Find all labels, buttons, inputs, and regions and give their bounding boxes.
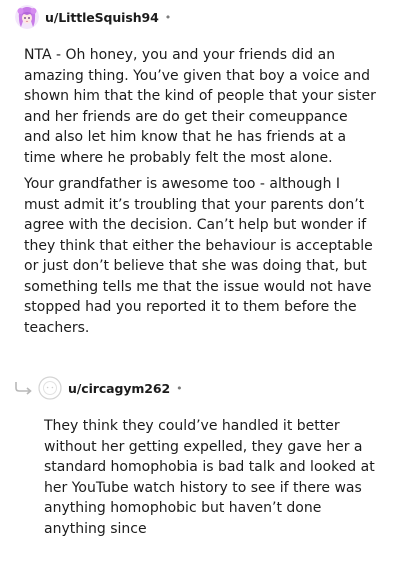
username[interactable]: u/circagym262: [68, 381, 170, 396]
username[interactable]: u/LittleSquish94: [45, 10, 159, 25]
comment-body: They think they could’ve handled it bett…: [44, 416, 380, 545]
comment-paragraph: They think they could’ve handled it bett…: [44, 418, 375, 537]
anime-girl-avatar-icon[interactable]: [15, 5, 39, 29]
comment-littlesquish94: u/LittleSquish94 • NTA - Oh honey, you a…: [0, 0, 400, 360]
default-outline-avatar-icon[interactable]: [38, 376, 62, 400]
comment-paragraph: NTA - Oh honey, you and your friends did…: [24, 47, 376, 166]
comment-body: NTA - Oh honey, you and your friends did…: [24, 45, 376, 344]
comment-header: u/LittleSquish94 •: [15, 5, 171, 29]
comment-circagym262: u/circagym262 • They think they could’ve…: [0, 370, 400, 566]
comment-header: u/circagym262 •: [38, 376, 183, 400]
comment-paragraph: Your grandfather is awesome too - althou…: [24, 176, 373, 336]
separator-dot: •: [164, 10, 172, 24]
separator-dot: •: [176, 381, 183, 395]
reply-arrow-icon: [14, 380, 34, 399]
